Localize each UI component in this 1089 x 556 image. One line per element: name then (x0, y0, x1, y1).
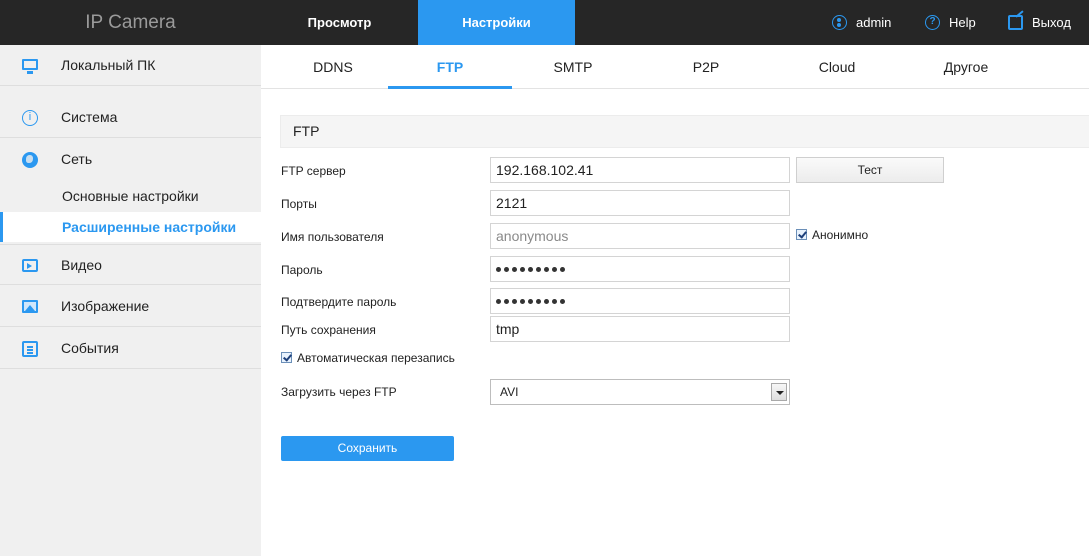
sidebar-item-network[interactable]: Сеть (0, 139, 261, 180)
logout-icon (1008, 15, 1023, 30)
brand-title: IP Camera (85, 12, 176, 33)
monitor-icon (22, 59, 38, 74)
password-input[interactable] (490, 256, 790, 282)
sidebar-item-label: Сеть (61, 151, 93, 167)
confirm-password-label: Подтвердите пароль (281, 295, 397, 309)
save-button[interactable]: Сохранить (281, 436, 454, 461)
sidebar-item-local-pc[interactable]: Локальный ПК (0, 45, 261, 86)
save-path-label: Путь сохранения (281, 323, 376, 337)
subtab-ftp[interactable]: FTP (388, 45, 512, 89)
upload-format-select[interactable]: AVI (490, 379, 790, 405)
port-label: Порты (281, 197, 317, 211)
subtab-other[interactable]: Другое (904, 45, 1028, 89)
sidebar-item-label: Видео (61, 257, 102, 273)
subtab-cloud[interactable]: Cloud (775, 45, 899, 89)
logout-button[interactable]: Выход (1008, 0, 1071, 45)
tab-view[interactable]: Просмотр (261, 0, 418, 45)
user-icon (832, 15, 847, 30)
upload-format-value: AVI (500, 385, 519, 399)
upload-label: Загрузить через FTP (281, 385, 397, 399)
username-label: Имя пользователя (281, 230, 384, 244)
username-input[interactable] (490, 223, 790, 249)
sidebar: Локальный ПК i Система Сеть Основные нас… (0, 45, 261, 556)
anonymous-label: Анонимно (812, 228, 869, 242)
globe-icon (22, 152, 38, 168)
test-button[interactable]: Тест (796, 157, 944, 183)
image-icon (22, 300, 38, 313)
sidebar-subitem-advanced[interactable]: Расширенные настройки (0, 212, 261, 242)
sidebar-item-label: Локальный ПК (61, 57, 156, 73)
sidebar-item-video[interactable]: Видео (0, 244, 261, 285)
subtab-bar: DDNS FTP SMTP P2P Cloud Другое (261, 45, 1089, 89)
confirm-password-input[interactable] (490, 288, 790, 314)
events-icon (22, 341, 38, 357)
sidebar-item-image[interactable]: Изображение (0, 286, 261, 327)
help-link[interactable]: ? Help (925, 0, 976, 45)
save-path-input[interactable] (490, 316, 790, 342)
top-bar: IP Camera Просмотр Настройки admin ? Hel… (0, 0, 1089, 45)
auto-overwrite-checkbox[interactable] (281, 352, 292, 363)
chevron-down-icon[interactable] (771, 383, 787, 401)
anonymous-checkbox[interactable] (796, 229, 807, 240)
logout-label: Выход (1032, 15, 1071, 30)
port-input[interactable] (490, 190, 790, 216)
subtab-p2p[interactable]: P2P (644, 45, 768, 89)
tab-settings[interactable]: Настройки (418, 0, 575, 45)
subtab-ddns[interactable]: DDNS (271, 45, 395, 89)
sidebar-item-label: Система (61, 109, 118, 125)
user-menu[interactable]: admin (832, 0, 891, 45)
password-mask (496, 298, 565, 304)
help-icon: ? (925, 15, 940, 30)
sidebar-item-label: События (61, 340, 119, 356)
sidebar-subitem-label: Расширенные настройки (62, 219, 237, 235)
user-name: admin (856, 15, 892, 30)
subtab-smtp[interactable]: SMTP (511, 45, 635, 89)
sidebar-item-system[interactable]: i Система (0, 97, 261, 138)
auto-overwrite-label: Автоматическая перезапись (297, 351, 455, 365)
video-icon (22, 259, 38, 272)
sidebar-subitem-basic[interactable]: Основные настройки (0, 181, 261, 211)
sidebar-item-label: Изображение (61, 298, 150, 314)
sidebar-item-events[interactable]: События (0, 328, 261, 369)
info-icon: i (22, 110, 38, 126)
ftp-server-input[interactable] (490, 157, 790, 183)
section-title: FTP (280, 115, 1089, 148)
password-mask (496, 266, 565, 272)
password-label: Пароль (281, 263, 323, 277)
sidebar-subitem-label: Основные настройки (62, 188, 199, 204)
help-label: Help (949, 15, 976, 30)
ftp-server-label: FTP сервер (281, 164, 346, 178)
